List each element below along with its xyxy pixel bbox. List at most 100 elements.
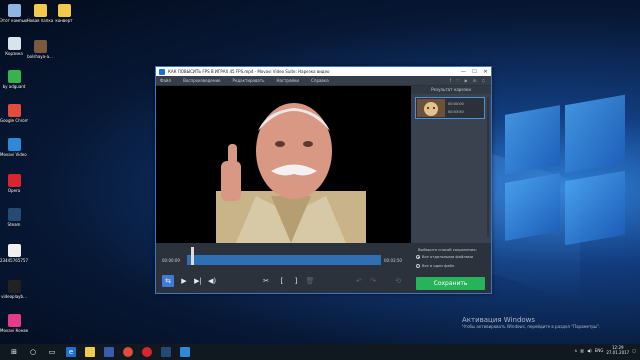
save-method-label: Выберите способ сохранения: [418,248,477,252]
play-button[interactable]: ▶ [178,275,190,287]
youtube-icon[interactable]: ▶ [465,78,468,83]
side-panel-scrollbar[interactable] [487,97,489,237]
desktop-icon-videoplayback[interactable]: videoplayb... [0,280,28,299]
reset-button[interactable]: ⟲ [392,275,404,287]
desktop-icon-bolshaya[interactable]: bolshaya-a... [26,40,54,59]
delete-icon[interactable]: 🗑 [304,275,316,287]
desktop-icon-this-pc[interactable]: Этот компьютер [0,4,28,23]
vk-icon[interactable]: in [473,78,477,83]
clip-start-time: 00:00:00 [448,102,464,106]
desktop-icon-movavi-video-suite[interactable]: Movavi Video Suite [0,138,28,157]
option-single-label: Все в один файл [422,264,455,268]
store-icon[interactable] [104,347,114,357]
desktop-icon-label: Google Chrome [0,118,28,123]
clock[interactable]: 12:29 27.01.2017 [606,345,629,355]
volume-icon[interactable]: ◀) [206,275,218,287]
timeline-playhead[interactable] [190,247,194,265]
volume-tray-icon[interactable]: ◀) [587,348,592,353]
desktop-icon-konvert-folder[interactable]: конверт [50,4,78,23]
menu-settings[interactable]: Настройки [276,78,299,83]
language-indicator[interactable]: ENG [595,348,604,353]
menu-file[interactable]: Файл [160,78,171,83]
text-file-icon [7,244,21,257]
desktop-icon-google-chrome[interactable]: Google Chrome [0,104,28,123]
desktop-icon-label: Movavi Video Suite [0,152,28,157]
wallpaper-pane [565,94,625,174]
movavi-app-icon [159,68,165,75]
option-separate-label: Все отдельными файлами [422,255,474,259]
split-result-title: Результат нарезки [411,86,491,94]
network-icon[interactable]: ▥ [580,348,584,353]
dog-thumbnail-image [417,99,445,117]
mark-out-button[interactable]: ] [290,275,302,287]
menu-edit[interactable]: Редактировать [233,78,265,83]
option-separate-files[interactable]: Все отдельными файлами [416,255,473,259]
minimize-button[interactable]: — [458,69,469,75]
clip-thumbnail [417,99,445,117]
movavi-split-window: КАК ПОВЫСИТЬ FPS В ИГРАХ 45 FPS.mp4 - Mo… [155,66,492,294]
desktop-icon-label: videoplayb... [1,294,27,299]
close-button[interactable]: ✕ [480,68,491,75]
total-time: 00:03:50 [384,258,402,263]
cut-button[interactable]: ✂ [260,275,272,287]
steam-icon [7,208,21,221]
music-icon[interactable]: ♫ [481,78,485,83]
radio-selected-icon[interactable] [416,255,420,259]
redo-button[interactable]: ↷ [367,275,379,287]
desktop-icon-label: Этот компьютер [0,18,28,23]
save-button[interactable]: Сохранить [416,277,485,290]
edge-icon[interactable]: e [66,347,76,357]
desktop-icon-label: Steam [7,222,21,227]
menu-playback[interactable]: Воспроизведение [183,78,220,83]
mark-in-button[interactable]: [ [276,275,288,287]
clip-item[interactable]: 00:00:00 00:03:50 [415,97,485,119]
desktop-icon-label: Корзина [5,51,23,56]
movavi-converter-icon [7,314,21,327]
windows-activation-watermark: Активация Windows Чтобы активировать Win… [462,316,600,329]
menu-help[interactable]: Справка [311,78,329,83]
recycle-bin-icon [7,37,21,50]
social-links: f ♡ ▶ in ♫ [450,78,485,83]
adguard-icon [7,70,21,83]
undo-button[interactable]: ↶ [353,275,365,287]
desktop-icon-adguard[interactable]: by adguard [0,70,28,89]
video-frame-man [216,103,366,243]
this-pc-icon [7,4,21,17]
notifications-icon[interactable]: ▢ [632,348,636,353]
movavi-taskbar-icon[interactable] [180,347,190,357]
window-title: КАК ПОВЫСИТЬ FPS В ИГРАХ 45 FPS.mp4 - Mo… [168,69,330,74]
like-icon[interactable]: ♡ [456,78,460,83]
desktop-icon-movavi-converter[interactable]: Movavi Конверт... [0,314,28,333]
video-preview[interactable] [156,86,411,243]
opera-icon[interactable] [142,347,152,357]
desktop-icon-text-file[interactable]: 23445765757 [0,244,28,263]
google-chrome-icon [7,104,21,117]
clock-date: 27.01.2017 [606,350,630,355]
taskbar: ⊞ ○ ▭ e ∧ ▥ ◀) ENG 12:29 27.01.2017 ▢ [0,344,640,360]
maximize-button[interactable]: ☐ [469,69,480,75]
save-panel: Выберите способ сохранения: Все отдельны… [411,243,491,293]
windows-start-icon[interactable]: ⊞ [9,347,19,357]
option-single-file[interactable]: Все в один файл [416,264,454,268]
radio-icon[interactable] [416,264,420,268]
facebook-icon[interactable]: f [450,78,451,83]
next-frame-button[interactable]: ▶| [192,275,204,287]
file-explorer-icon[interactable] [85,347,95,357]
task-view-icon[interactable]: ▭ [47,347,57,357]
search-icon[interactable]: ○ [28,347,38,357]
timeline: 00:00:09 00:03:50 [156,243,411,271]
desktop-icon-steam[interactable]: Steam [0,208,28,227]
tray-arrow-icon[interactable]: ∧ [574,348,577,353]
desktop-icon-opera[interactable]: Opera [0,174,28,193]
folder-icon [57,4,71,17]
chrome-icon[interactable] [123,347,133,357]
activation-hint: Чтобы активировать Windows, перейдите в … [462,324,601,329]
wallpaper-pane [565,170,625,246]
desktop-icon-recycle-bin[interactable]: Корзина [0,37,28,56]
timeline-track[interactable] [187,255,381,265]
split-mode-button[interactable]: ⇆ [162,275,174,287]
steam-icon[interactable] [161,347,171,357]
window-titlebar: КАК ПОВЫСИТЬ FPS В ИГРАХ 45 FPS.mp4 - Mo… [156,67,491,76]
activation-title: Активация Windows [462,316,536,324]
desktop-icon-label: Movavi Конверт... [0,328,28,333]
